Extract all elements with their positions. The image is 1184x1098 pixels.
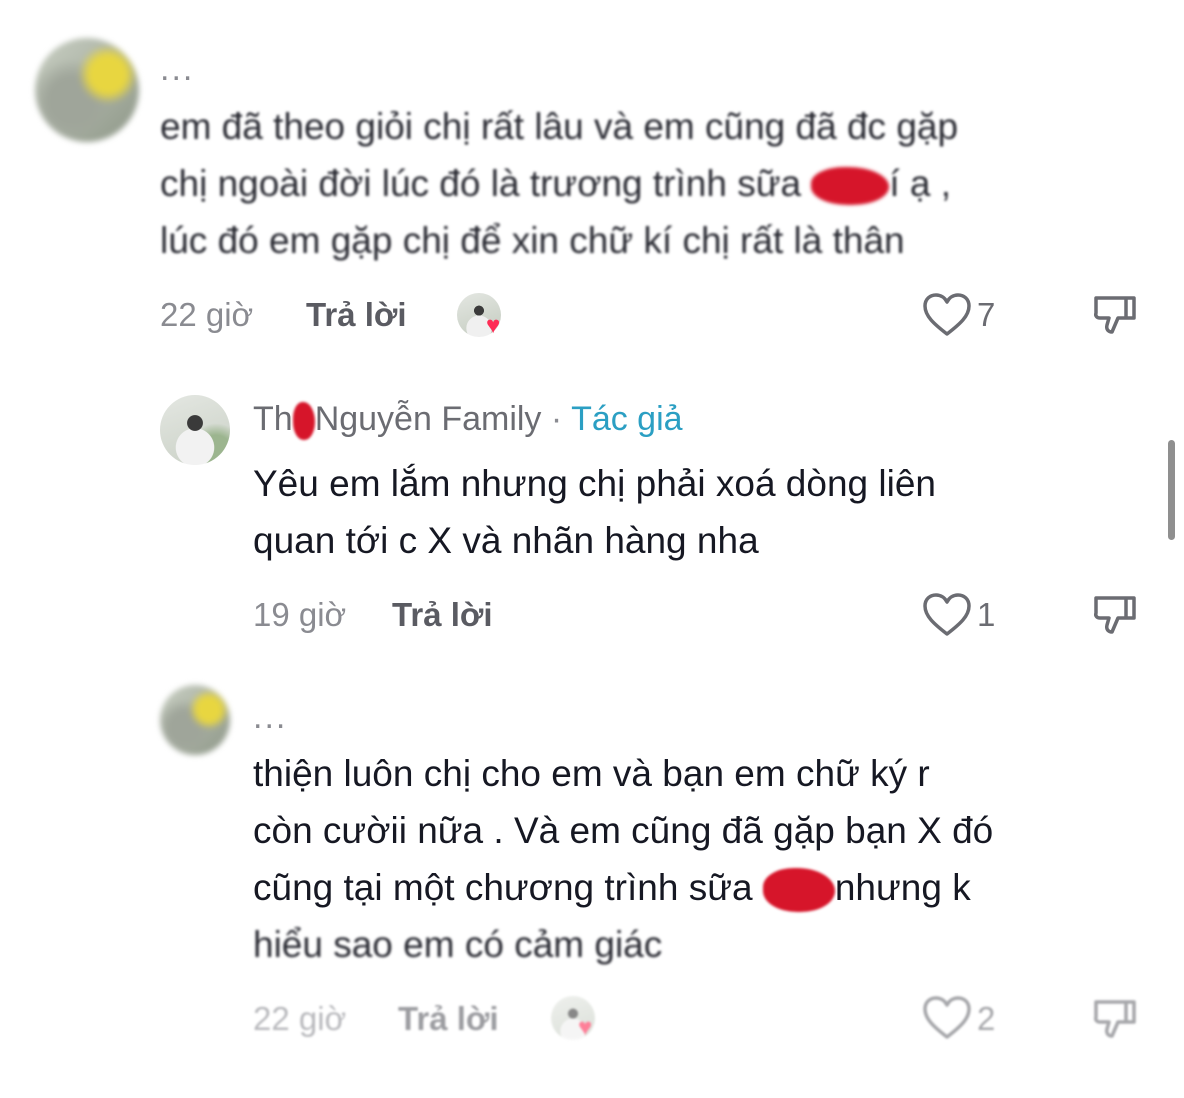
- scrollbar-thumb[interactable]: [1168, 440, 1175, 540]
- reply-button[interactable]: Trả lời: [306, 296, 407, 334]
- heart-outline-icon[interactable]: [922, 996, 972, 1040]
- thumbs-down-icon[interactable]: [1092, 292, 1138, 338]
- author-avatar[interactable]: [160, 395, 230, 465]
- like-count: 2: [977, 1000, 996, 1037]
- comment-line: lúc đó em gặp chị để xin chữ kí chị rất …: [160, 220, 905, 261]
- comment-line: Yêu em lắm nhưng chị phải xoá dòng liên: [253, 463, 936, 504]
- redaction-mark: [292, 402, 315, 441]
- comment-text: Yêu em lắm nhưng chị phải xoá dòng liên …: [253, 455, 936, 569]
- like-count: 1: [977, 596, 996, 633]
- redaction-mark: [811, 167, 890, 206]
- commenter-avatar[interactable]: [160, 685, 230, 755]
- commenter-avatar[interactable]: [35, 38, 139, 142]
- comment-timestamp: 22 giờ: [253, 1000, 347, 1037]
- comment-line: hiểu sao em có cảm giác: [253, 924, 663, 965]
- comment-text: em đã theo giỏi chị rất lâu và em cũng đ…: [160, 98, 958, 269]
- comment-line: em đã theo giỏi chị rất lâu và em cũng đ…: [160, 106, 959, 147]
- like-count: 7: [977, 296, 996, 333]
- author-username[interactable]: Th Nguyễn Family · Tác giả: [253, 400, 683, 441]
- heart-outline-icon[interactable]: [922, 293, 972, 337]
- commenter-username[interactable]: ...: [160, 50, 194, 89]
- author-badge: Tác giả: [571, 400, 683, 438]
- comment-timestamp: 19 giờ: [253, 596, 347, 633]
- thumbs-down-icon[interactable]: [1092, 996, 1138, 1042]
- heart-outline-icon[interactable]: [922, 593, 972, 637]
- heart-filled-icon: ♥: [578, 1014, 593, 1041]
- reply-button[interactable]: Trả lời: [392, 596, 493, 634]
- thumbs-down-icon[interactable]: [1092, 592, 1138, 638]
- commenter-username[interactable]: ...: [253, 698, 287, 737]
- comment-line: quan tới c X và nhãn hàng nha: [253, 520, 759, 561]
- comment-timestamp: 22 giờ: [160, 296, 254, 333]
- reply-button[interactable]: Trả lời: [398, 1000, 499, 1038]
- comment-text: thiện luôn chị cho em và bạn em chữ ký r…: [253, 745, 993, 973]
- comment-line: chị ngoài đời lúc đó là trương trình sữa…: [160, 163, 952, 206]
- comment-line: thiện luôn chị cho em và bạn em chữ ký r: [253, 753, 930, 794]
- redaction-mark: [762, 868, 835, 913]
- comment-line: cũng tại một chương trình sữa nhưng k: [253, 859, 993, 916]
- heart-filled-icon: ♥: [486, 312, 501, 339]
- comment-line: còn cườii nữa . Và em cũng đã gặp bạn X …: [253, 810, 994, 851]
